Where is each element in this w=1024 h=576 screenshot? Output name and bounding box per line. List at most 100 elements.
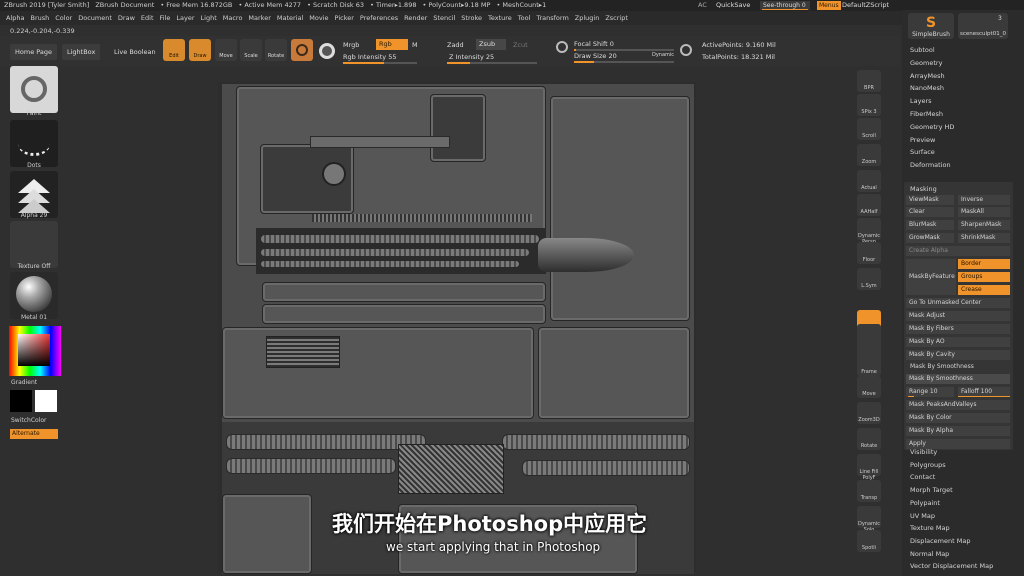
menu-stencil[interactable]: Stencil bbox=[433, 11, 455, 25]
menu-render[interactable]: Render bbox=[404, 11, 427, 25]
zadd-button[interactable]: Zadd bbox=[447, 41, 464, 49]
view-button-13[interactable]: Move bbox=[857, 376, 881, 398]
view-button-12[interactable]: Frame bbox=[857, 354, 881, 376]
masking-header[interactable]: Masking bbox=[910, 185, 937, 193]
create-alpha-button[interactable]: Create Alpha bbox=[906, 246, 1010, 256]
view-button-18[interactable]: Dynamic Solo bbox=[857, 506, 881, 533]
color-picker[interactable] bbox=[9, 326, 61, 376]
mask-by-smoothness-header[interactable]: Mask By Smoothness bbox=[910, 363, 974, 370]
palette-item-surface[interactable]: Surface bbox=[910, 148, 935, 156]
material-thumbnail[interactable] bbox=[10, 272, 58, 319]
sculpt-canvas[interactable] bbox=[222, 84, 694, 574]
m-button[interactable]: M bbox=[412, 41, 418, 49]
brush-thumbnail[interactable] bbox=[10, 66, 58, 113]
view-button-3[interactable]: Zoom bbox=[857, 144, 881, 166]
z-intensity-slider[interactable]: Z Intensity 25 bbox=[449, 53, 494, 61]
menu-preferences[interactable]: Preferences bbox=[360, 11, 398, 25]
menu-movie[interactable]: Movie bbox=[309, 11, 328, 25]
mrgb-button[interactable]: Mrgb bbox=[343, 41, 359, 49]
view-button-8[interactable]: L.Sym bbox=[857, 268, 881, 290]
alternate-button[interactable]: Alternate bbox=[10, 429, 58, 439]
live-boolean-button[interactable]: Live Boolean bbox=[114, 48, 156, 56]
quicksave-button[interactable]: QuickSave bbox=[716, 0, 750, 11]
menu-light[interactable]: Light bbox=[201, 11, 217, 25]
border-button[interactable]: Border bbox=[958, 259, 1010, 269]
mask-by-color-button[interactable]: Mask By Color bbox=[906, 413, 1010, 423]
groups-button[interactable]: Groups bbox=[958, 272, 1010, 282]
scene-tool-button[interactable]: 3 scenesculpt01_0 bbox=[958, 13, 1008, 39]
rotate-mode-button[interactable]: Rotate bbox=[265, 39, 287, 61]
menu-document[interactable]: Document bbox=[78, 11, 112, 25]
sharpen-mask-button[interactable]: SharpenMask bbox=[958, 220, 1010, 230]
menu-color[interactable]: Color bbox=[55, 11, 72, 25]
menu-zscript[interactable]: Zscript bbox=[605, 11, 628, 25]
home-page-button[interactable]: Home Page bbox=[10, 44, 57, 60]
mask-by-alpha-button[interactable]: Mask By Alpha bbox=[906, 426, 1010, 436]
palette-item-texture-map[interactable]: Texture Map bbox=[910, 524, 950, 532]
mask-peaks-valleys-button[interactable]: Mask PeaksAndValleys bbox=[906, 400, 1010, 410]
view-button-14[interactable]: Zoom3D bbox=[857, 402, 881, 424]
primary-color-swatch[interactable] bbox=[35, 390, 57, 412]
palette-item-fibermesh[interactable]: FiberMesh bbox=[910, 110, 943, 118]
view-button-7[interactable]: Floor bbox=[857, 242, 881, 264]
crease-button[interactable]: Crease bbox=[958, 285, 1010, 295]
menus-button[interactable]: Menus bbox=[817, 1, 841, 10]
clear-button[interactable]: Clear bbox=[906, 207, 954, 217]
menu-marker[interactable]: Marker bbox=[248, 11, 270, 25]
palette-item-geometry[interactable]: Geometry bbox=[910, 59, 942, 67]
rgb-intensity-slider[interactable]: Rgb Intensity 55 bbox=[343, 53, 396, 61]
view-button-16[interactable]: Line Fill PolyF bbox=[857, 454, 881, 481]
zsub-button[interactable]: Zsub bbox=[476, 39, 506, 50]
move-mode-button[interactable]: Move bbox=[215, 39, 237, 61]
menu-layer[interactable]: Layer bbox=[176, 11, 194, 25]
mask-by-smoothness-button[interactable]: Mask By Smoothness bbox=[906, 374, 1010, 384]
palette-item-preview[interactable]: Preview bbox=[910, 136, 935, 144]
menu-brush[interactable]: Brush bbox=[30, 11, 49, 25]
palette-item-polypaint[interactable]: Polypaint bbox=[910, 499, 940, 507]
palette-item-geometry-hd[interactable]: Geometry HD bbox=[910, 123, 954, 131]
view-button-17[interactable]: Transp bbox=[857, 480, 881, 502]
secondary-color-swatch[interactable] bbox=[10, 390, 32, 412]
menu-texture[interactable]: Texture bbox=[488, 11, 512, 25]
palette-item-deformation[interactable]: Deformation bbox=[910, 161, 951, 169]
palette-item-displacement-map[interactable]: Displacement Map bbox=[910, 537, 970, 545]
color-square[interactable] bbox=[18, 334, 50, 366]
rgb-sphere-icon[interactable] bbox=[319, 43, 335, 59]
mask-all-button[interactable]: MaskAll bbox=[958, 207, 1010, 217]
menu-draw[interactable]: Draw bbox=[118, 11, 135, 25]
stroke-thumbnail[interactable] bbox=[10, 120, 58, 167]
default-zscript-button[interactable]: DefaultZScript bbox=[842, 0, 889, 11]
palette-item-polygroups[interactable]: Polygroups bbox=[910, 461, 946, 469]
view-button-15[interactable]: Rotate bbox=[857, 428, 881, 450]
edit-mode-button[interactable]: Edit bbox=[163, 39, 185, 61]
view-button-6[interactable]: Dynamic Persp bbox=[857, 218, 881, 245]
view-button-19[interactable]: Spotli bbox=[857, 530, 881, 552]
palette-item-visibility[interactable]: Visibility bbox=[910, 448, 937, 456]
view-button-4[interactable]: Actual bbox=[857, 170, 881, 192]
palette-item-uv-map[interactable]: UV Map bbox=[910, 512, 935, 520]
palette-item-morph-target[interactable]: Morph Target bbox=[910, 486, 953, 494]
menu-edit[interactable]: Edit bbox=[141, 11, 154, 25]
zcut-button[interactable]: Zcut bbox=[513, 41, 528, 49]
focal-shift-slider[interactable]: Focal Shift 0 bbox=[574, 40, 614, 48]
palette-item-normal-map[interactable]: Normal Map bbox=[910, 550, 949, 558]
view-mask-button[interactable]: ViewMask bbox=[906, 195, 954, 205]
view-button-0[interactable]: BPR bbox=[857, 70, 881, 92]
switch-color-button[interactable]: SwitchColor bbox=[11, 417, 67, 424]
mask-by-cavity-button[interactable]: Mask By Cavity bbox=[906, 350, 1010, 360]
draw-mode-button[interactable]: Draw bbox=[189, 39, 211, 61]
go-to-unmasked-center-button[interactable]: Go To Unmasked Center bbox=[906, 298, 1010, 308]
menu-transform[interactable]: Transform bbox=[536, 11, 568, 25]
view-button-1[interactable]: SPix 3 bbox=[857, 94, 881, 116]
mask-by-fibers-button[interactable]: Mask By Fibers bbox=[906, 324, 1010, 334]
shrink-mask-button[interactable]: ShrinkMask bbox=[958, 233, 1010, 243]
menu-macro[interactable]: Macro bbox=[223, 11, 243, 25]
menu-alpha[interactable]: Alpha bbox=[6, 11, 24, 25]
menu-stroke[interactable]: Stroke bbox=[461, 11, 482, 25]
simple-brush-button[interactable]: S SimpleBrush bbox=[908, 13, 954, 39]
dynamic-button[interactable]: Dynamic bbox=[652, 52, 674, 58]
view-button-2[interactable]: Scroll bbox=[857, 118, 881, 140]
menu-file[interactable]: File bbox=[160, 11, 171, 25]
palette-item-contact[interactable]: Contact bbox=[910, 473, 935, 481]
view-button-5[interactable]: AAHalf bbox=[857, 194, 881, 216]
